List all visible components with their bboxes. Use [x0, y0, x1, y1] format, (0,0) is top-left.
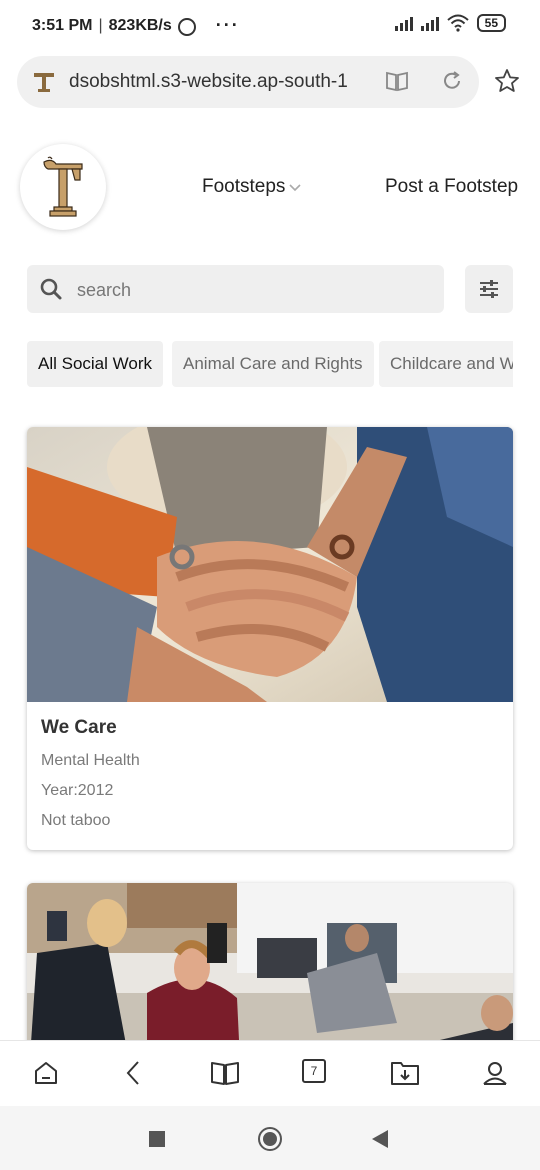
status-speed: 823KB/s	[108, 16, 172, 34]
chip-animal-care-and-rights[interactable]: Animal Care and Rights	[172, 341, 374, 387]
bookmark-star-icon[interactable]	[494, 68, 520, 99]
card-image-hands	[27, 427, 513, 702]
home-icon[interactable]	[32, 1059, 60, 1092]
sliders-icon	[480, 280, 498, 298]
chip-all-social-work[interactable]: All Social Work	[27, 341, 163, 387]
site-favicon-icon	[33, 70, 55, 94]
card-title: We Care	[41, 717, 117, 738]
nav-post-footstep-link[interactable]: Post a Footstep	[385, 176, 518, 198]
nav-footsteps-dropdown[interactable]: Footsteps	[202, 176, 302, 198]
status-bar: 3:51 PM | 823KB/s ··· 55	[0, 0, 540, 52]
signal-icon	[420, 15, 439, 31]
reload-icon[interactable]	[441, 70, 463, 97]
back-icon[interactable]	[124, 1059, 144, 1092]
status-more: ···	[215, 15, 240, 35]
back-triangle-icon[interactable]	[372, 1130, 388, 1148]
nav-footsteps-label: Footsteps	[202, 176, 286, 197]
status-left: 3:51 PM | 823KB/s ···	[32, 15, 240, 36]
footstep-card[interactable]: We Care Mental Health Year:2012 Not tabo…	[27, 427, 513, 850]
android-nav-bar	[0, 1106, 540, 1170]
search-input[interactable]	[75, 273, 419, 307]
url-text[interactable]: dsobshtml.s3-website.ap-south-1	[69, 71, 369, 93]
reader-mode-icon[interactable]	[385, 70, 409, 97]
status-right: 55	[394, 14, 506, 32]
tabs-count-icon[interactable]: 7	[302, 1059, 326, 1083]
chip-childcare-and-welfare[interactable]: Childcare and Welfare	[379, 341, 513, 387]
status-time: 3:51 PM	[32, 16, 93, 34]
wifi-icon	[446, 14, 469, 32]
battery-icon: 55	[476, 14, 506, 32]
site-logo[interactable]	[20, 144, 106, 230]
home-button-icon[interactable]	[258, 1127, 282, 1151]
status-separator: |	[98, 16, 103, 34]
search-box[interactable]	[27, 265, 444, 313]
signal-icon	[394, 15, 413, 31]
chevron-down-icon	[289, 176, 302, 198]
filter-button[interactable]	[465, 265, 513, 313]
address-bar[interactable]: dsobshtml.s3-website.ap-south-1	[17, 56, 479, 108]
category-chips: All Social Work Animal Care and Rights C…	[27, 341, 513, 387]
browser-toolbar	[0, 1040, 540, 1107]
card-category: Mental Health	[41, 752, 140, 769]
bookmarks-icon[interactable]	[210, 1059, 240, 1092]
alarm-icon	[177, 17, 196, 36]
card-tagline: Not taboo	[41, 812, 111, 829]
downloads-icon[interactable]	[390, 1059, 420, 1092]
profile-icon[interactable]	[481, 1059, 509, 1092]
card-year: Year:2012	[41, 782, 114, 799]
recents-icon[interactable]	[149, 1131, 165, 1147]
search-icon	[39, 277, 63, 306]
